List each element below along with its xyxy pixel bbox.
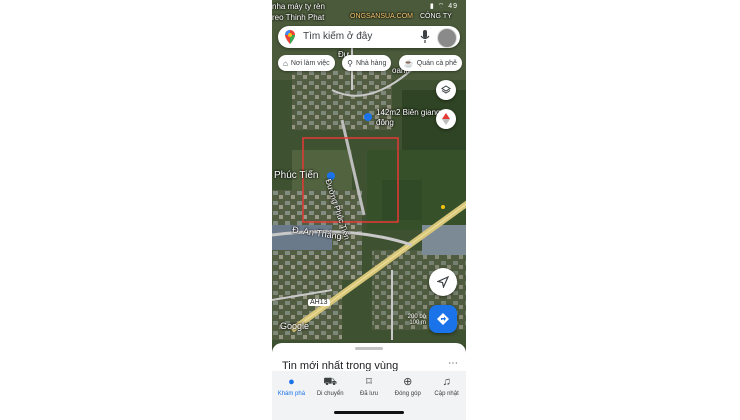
place-pin-icon <box>364 113 372 121</box>
bookmark-icon: ⌑ <box>366 376 372 388</box>
compass-button[interactable] <box>436 109 456 129</box>
map-scale: 200 bộ 100 m <box>408 314 426 326</box>
chip-label: Quán cà phê <box>416 59 457 67</box>
layers-icon <box>441 85 451 94</box>
overlay-text-2: reo Thinh Phat <box>272 13 325 22</box>
overlay-text-right: CÔNG TY <box>420 13 452 20</box>
directions-button[interactable] <box>429 305 457 333</box>
nav-go[interactable]: ⛟ Di chuyển <box>311 371 350 405</box>
directions-icon <box>437 313 449 325</box>
category-chips: ⌂ Nơi làm việc ⚲ Nhà hàng ☕ Quán cà phê <box>278 55 466 71</box>
nav-saved[interactable]: ⌑ Đã lưu <box>350 371 389 405</box>
nav-label: Khám phá <box>277 391 306 397</box>
nav-explore[interactable]: ● Khám phá <box>272 371 311 405</box>
sheet-handle[interactable] <box>355 347 383 350</box>
nav-label: Cập nhật <box>434 391 459 397</box>
more-options-icon[interactable]: ⋯ <box>448 358 458 369</box>
bottom-nav: ● Khám phá ⛟ Di chuyển ⌑ Đã lưu ⊕ Đóng g… <box>272 371 466 405</box>
navigation-arrow-icon <box>437 276 449 288</box>
layers-button[interactable] <box>436 80 456 100</box>
compass-icon <box>442 113 450 125</box>
search-input[interactable]: Tìm kiếm ở đây <box>303 31 372 42</box>
bell-icon: ♫ <box>442 376 451 388</box>
google-logo: Google <box>280 321 310 331</box>
nav-updates[interactable]: ♫ Cập nhật <box>427 371 466 405</box>
highway-badge: AH13 <box>308 299 330 306</box>
home-indicator[interactable] <box>334 411 404 414</box>
fork-knife-icon: ⚲ <box>347 58 353 68</box>
coffee-icon: ☕ <box>403 58 414 68</box>
map-label-phuc-tien[interactable]: Phúc Tiến <box>274 170 318 181</box>
car-icon: ⛟ <box>323 376 338 388</box>
chip-coffee[interactable]: ☕ Quán cà phê <box>398 55 462 71</box>
nav-label: Di chuyển <box>316 391 344 397</box>
my-location-button[interactable] <box>429 268 457 296</box>
nav-contribute[interactable]: ⊕ Đóng góp <box>388 371 427 405</box>
mic-icon[interactable] <box>420 30 430 44</box>
add-circle-icon: ⊕ <box>403 376 413 388</box>
chip-work[interactable]: ⌂ Nơi làm việc <box>278 55 335 71</box>
map-label-place[interactable]: 142m2 Biên giang đông <box>376 108 441 128</box>
pin-icon: ● <box>288 376 295 388</box>
chip-label: Nơi làm việc <box>290 59 330 67</box>
avatar[interactable] <box>437 28 457 48</box>
phone-screen: nha máy ty rèn reo Thinh Phat ONGSANSUA.… <box>272 0 466 420</box>
chip-restaurant[interactable]: ⚲ Nhà hàng <box>342 55 392 71</box>
status-bar: ▮ ⌔ 49 <box>272 0 466 14</box>
status-icons: ▮ ⌔ 49 <box>429 3 458 10</box>
briefcase-icon: ⌂ <box>283 58 288 68</box>
road-marker-icon <box>441 205 445 209</box>
maps-logo-icon <box>285 30 295 44</box>
scale-m: 100 m <box>409 320 426 326</box>
watermark: ONGSANSUA.COM <box>350 13 414 20</box>
nav-label: Đã lưu <box>359 391 378 397</box>
search-bar[interactable]: Tìm kiếm ở đây <box>278 26 460 48</box>
nav-label: Đóng góp <box>394 391 421 397</box>
chip-label: Nhà hàng <box>355 59 387 67</box>
